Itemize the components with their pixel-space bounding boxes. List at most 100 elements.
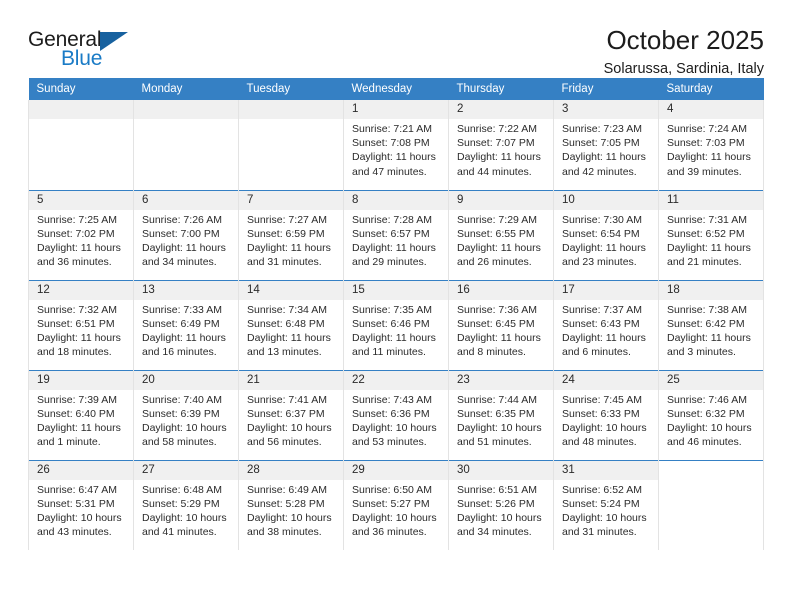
sunrise-time: Sunrise: 6:49 AM [247, 483, 327, 496]
daylight-duration-line1: Daylight: 11 hours [562, 331, 646, 344]
sunrise-time: Sunrise: 7:27 AM [247, 213, 327, 226]
calendar-day-cell[interactable]: 28 Sunrise: 6:49 AM Sunset: 5:28 PM Dayligh… [238, 459, 344, 550]
calendar-body: 1 Sunrise: 7:21 AM Sunset: 7:08 PM Daylight… [28, 100, 764, 551]
calendar-day-cell[interactable]: 29 Sunrise: 6:50 AM Sunset: 5:27 PM Dayligh… [343, 459, 449, 551]
calendar-day-cell[interactable]: 20 Sunrise: 7:40 AM Sunset: 6:39 PM Dayligh… [133, 369, 239, 460]
calendar-day-cell[interactable]: 21 Sunrise: 7:41 AM Sunset: 6:37 PM Dayligh… [238, 369, 344, 460]
day-number: 14 [239, 280, 343, 300]
day-details: Sunrise: 7:28 AM Sunset: 6:57 PM Daylight:… [344, 210, 448, 270]
calendar-day-cell[interactable]: 30 Sunrise: 6:51 AM Sunset: 5:26 PM Dayligh… [448, 459, 554, 550]
day-cell-inner [134, 100, 238, 190]
day-details: Sunrise: 7:21 AM Sunset: 7:08 PM Daylight:… [344, 119, 448, 179]
calendar-day-cell[interactable]: 31 Sunrise: 6:52 AM Sunset: 5:24 PM Dayligh… [553, 459, 659, 550]
calendar-day-cell[interactable]: 27 Sunrise: 6:48 AM Sunset: 5:29 PM Dayligh… [133, 459, 239, 550]
calendar-day-cell[interactable]: 22 Sunrise: 7:43 AM Sunset: 6:36 PM Dayligh… [343, 369, 449, 460]
weekday-header-tuesday: Tuesday [238, 78, 344, 100]
sunset-time: Sunset: 6:39 PM [142, 407, 220, 420]
sunrise-time: Sunrise: 7:22 AM [457, 123, 537, 135]
calendar-day-cell[interactable]: 5 Sunrise: 7:25 AM Sunset: 7:02 PM Daylight… [28, 189, 134, 280]
day-cell-inner [239, 100, 343, 190]
calendar-week-row: 12 Sunrise: 7:32 AM Sunset: 6:51 PM Dayligh… [28, 279, 764, 370]
calendar-day-cell[interactable]: 4 Sunrise: 7:24 AM Sunset: 7:03 PM Daylight… [658, 100, 764, 190]
daylight-duration-line2: and 3 minutes. [667, 346, 736, 359]
daylight-duration-line1: Daylight: 10 hours [352, 511, 437, 524]
daylight-duration-line1: Daylight: 10 hours [667, 421, 752, 434]
daylight-duration-line2: and 46 minutes. [667, 436, 742, 449]
day-cell-inner: 1 Sunrise: 7:21 AM Sunset: 7:08 PM Daylight… [344, 100, 448, 190]
day-number: 18 [659, 280, 763, 300]
sunset-time: Sunset: 6:59 PM [247, 227, 325, 240]
calendar-day-cell[interactable]: 6 Sunrise: 7:26 AM Sunset: 7:00 PM Daylight… [133, 189, 239, 280]
day-cell-inner: 5 Sunrise: 7:25 AM Sunset: 7:02 PM Daylight… [29, 190, 133, 280]
calendar-day-cell[interactable]: 15 Sunrise: 7:35 AM Sunset: 6:46 PM Dayligh… [343, 279, 449, 370]
calendar-day-cell[interactable]: 26 Sunrise: 6:47 AM Sunset: 5:31 PM Dayligh… [28, 459, 134, 550]
daylight-duration-line2: and 47 minutes. [352, 165, 427, 178]
sunset-time: Sunset: 5:24 PM [562, 497, 640, 510]
calendar-day-cell[interactable]: 2 Sunrise: 7:22 AM Sunset: 7:07 PM Daylight… [448, 100, 554, 190]
day-number: 7 [239, 190, 343, 210]
day-cell-inner: 14 Sunrise: 7:34 AM Sunset: 6:48 PM Dayligh… [239, 280, 343, 370]
daylight-duration-line2: and 44 minutes. [457, 165, 532, 178]
day-details: Sunrise: 7:37 AM Sunset: 6:43 PM Daylight:… [554, 300, 658, 360]
sunset-time: Sunset: 6:46 PM [352, 317, 430, 330]
day-cell-inner: 20 Sunrise: 7:40 AM Sunset: 6:39 PM Dayligh… [134, 370, 238, 460]
calendar-day-cell[interactable]: 10 Sunrise: 7:30 AM Sunset: 6:54 PM Dayligh… [553, 189, 659, 280]
daylight-duration-line1: Daylight: 11 hours [247, 331, 331, 344]
daylight-duration-line1: Daylight: 11 hours [352, 331, 436, 344]
sunrise-time: Sunrise: 7:24 AM [667, 123, 747, 135]
day-details: Sunrise: 7:32 AM Sunset: 6:51 PM Daylight:… [29, 300, 133, 360]
day-number: 13 [134, 280, 238, 300]
daylight-duration-line2: and 58 minutes. [142, 436, 217, 449]
calendar-day-cell[interactable]: 24 Sunrise: 7:45 AM Sunset: 6:33 PM Dayligh… [553, 369, 659, 460]
day-details: Sunrise: 7:46 AM Sunset: 6:32 PM Daylight:… [659, 390, 763, 450]
weekday-header-sunday: Sunday [28, 78, 134, 100]
calendar-day-cell[interactable]: 18 Sunrise: 7:38 AM Sunset: 6:42 PM Dayligh… [658, 279, 764, 370]
day-number: 17 [554, 280, 658, 300]
calendar-day-cell[interactable]: 7 Sunrise: 7:27 AM Sunset: 6:59 PM Daylight… [238, 189, 344, 280]
calendar-day-cell[interactable]: 3 Sunrise: 7:23 AM Sunset: 7:05 PM Daylight… [553, 100, 659, 190]
day-details: Sunrise: 7:43 AM Sunset: 6:36 PM Daylight:… [344, 390, 448, 450]
calendar-day-cell [238, 100, 344, 190]
daylight-duration-line2: and 31 minutes. [247, 256, 322, 269]
day-number: 11 [659, 190, 763, 210]
daylight-duration-line1: Daylight: 11 hours [142, 331, 226, 344]
day-cell-inner: 25 Sunrise: 7:46 AM Sunset: 6:32 PM Dayligh… [659, 370, 763, 460]
day-number: 15 [344, 280, 448, 300]
weekday-header-saturday: Saturday [658, 78, 764, 100]
sunset-time: Sunset: 6:54 PM [562, 227, 640, 240]
day-cell-inner: 12 Sunrise: 7:32 AM Sunset: 6:51 PM Dayligh… [29, 280, 133, 370]
day-cell-inner: 23 Sunrise: 7:44 AM Sunset: 6:35 PM Dayligh… [449, 370, 553, 460]
calendar-day-cell[interactable]: 16 Sunrise: 7:36 AM Sunset: 6:45 PM Dayligh… [448, 279, 554, 370]
day-cell-inner: 7 Sunrise: 7:27 AM Sunset: 6:59 PM Daylight… [239, 190, 343, 280]
calendar-day-cell[interactable]: 8 Sunrise: 7:28 AM Sunset: 6:57 PM Daylight… [343, 189, 449, 280]
day-cell-inner [29, 100, 133, 190]
calendar-day-cell[interactable]: 1 Sunrise: 7:21 AM Sunset: 7:08 PM Daylight… [343, 100, 449, 190]
sunset-time: Sunset: 6:33 PM [562, 407, 640, 420]
sunset-time: Sunset: 6:37 PM [247, 407, 325, 420]
daylight-duration-line1: Daylight: 11 hours [667, 331, 751, 344]
day-details: Sunrise: 7:31 AM Sunset: 6:52 PM Daylight:… [659, 210, 763, 270]
daylight-duration-line2: and 38 minutes. [247, 526, 322, 539]
day-number: 12 [29, 280, 133, 300]
day-number: 1 [344, 100, 448, 119]
day-cell-inner: 11 Sunrise: 7:31 AM Sunset: 6:52 PM Dayligh… [659, 190, 763, 280]
calendar-day-cell[interactable]: 19 Sunrise: 7:39 AM Sunset: 6:40 PM Dayligh… [28, 369, 134, 460]
day-cell-inner: 15 Sunrise: 7:35 AM Sunset: 6:46 PM Dayligh… [344, 280, 448, 370]
calendar-week-row: 5 Sunrise: 7:25 AM Sunset: 7:02 PM Daylight… [28, 189, 764, 280]
calendar-day-cell[interactable]: 25 Sunrise: 7:46 AM Sunset: 6:32 PM Dayligh… [658, 369, 764, 460]
calendar-day-cell[interactable]: 23 Sunrise: 7:44 AM Sunset: 6:35 PM Dayligh… [448, 369, 554, 460]
day-cell-inner: 29 Sunrise: 6:50 AM Sunset: 5:27 PM Dayligh… [344, 460, 448, 551]
daylight-duration-line2: and 34 minutes. [457, 526, 532, 539]
day-cell-inner: 17 Sunrise: 7:37 AM Sunset: 6:43 PM Dayligh… [554, 280, 658, 370]
sunrise-time: Sunrise: 7:21 AM [352, 123, 432, 135]
sunset-time: Sunset: 5:31 PM [37, 497, 115, 510]
calendar-day-cell[interactable]: 11 Sunrise: 7:31 AM Sunset: 6:52 PM Dayligh… [658, 189, 764, 280]
calendar-day-cell[interactable]: 13 Sunrise: 7:33 AM Sunset: 6:49 PM Dayligh… [133, 279, 239, 370]
calendar-day-cell[interactable]: 9 Sunrise: 7:29 AM Sunset: 6:55 PM Daylight… [448, 189, 554, 280]
calendar-day-cell[interactable]: 14 Sunrise: 7:34 AM Sunset: 6:48 PM Dayligh… [238, 279, 344, 370]
day-cell-inner: 9 Sunrise: 7:29 AM Sunset: 6:55 PM Daylight… [449, 190, 553, 280]
daylight-duration-line1: Daylight: 11 hours [142, 241, 226, 254]
calendar-day-cell[interactable]: 12 Sunrise: 7:32 AM Sunset: 6:51 PM Dayligh… [28, 279, 134, 370]
daylight-duration-line2: and 41 minutes. [142, 526, 217, 539]
calendar-day-cell[interactable]: 17 Sunrise: 7:37 AM Sunset: 6:43 PM Dayligh… [553, 279, 659, 370]
